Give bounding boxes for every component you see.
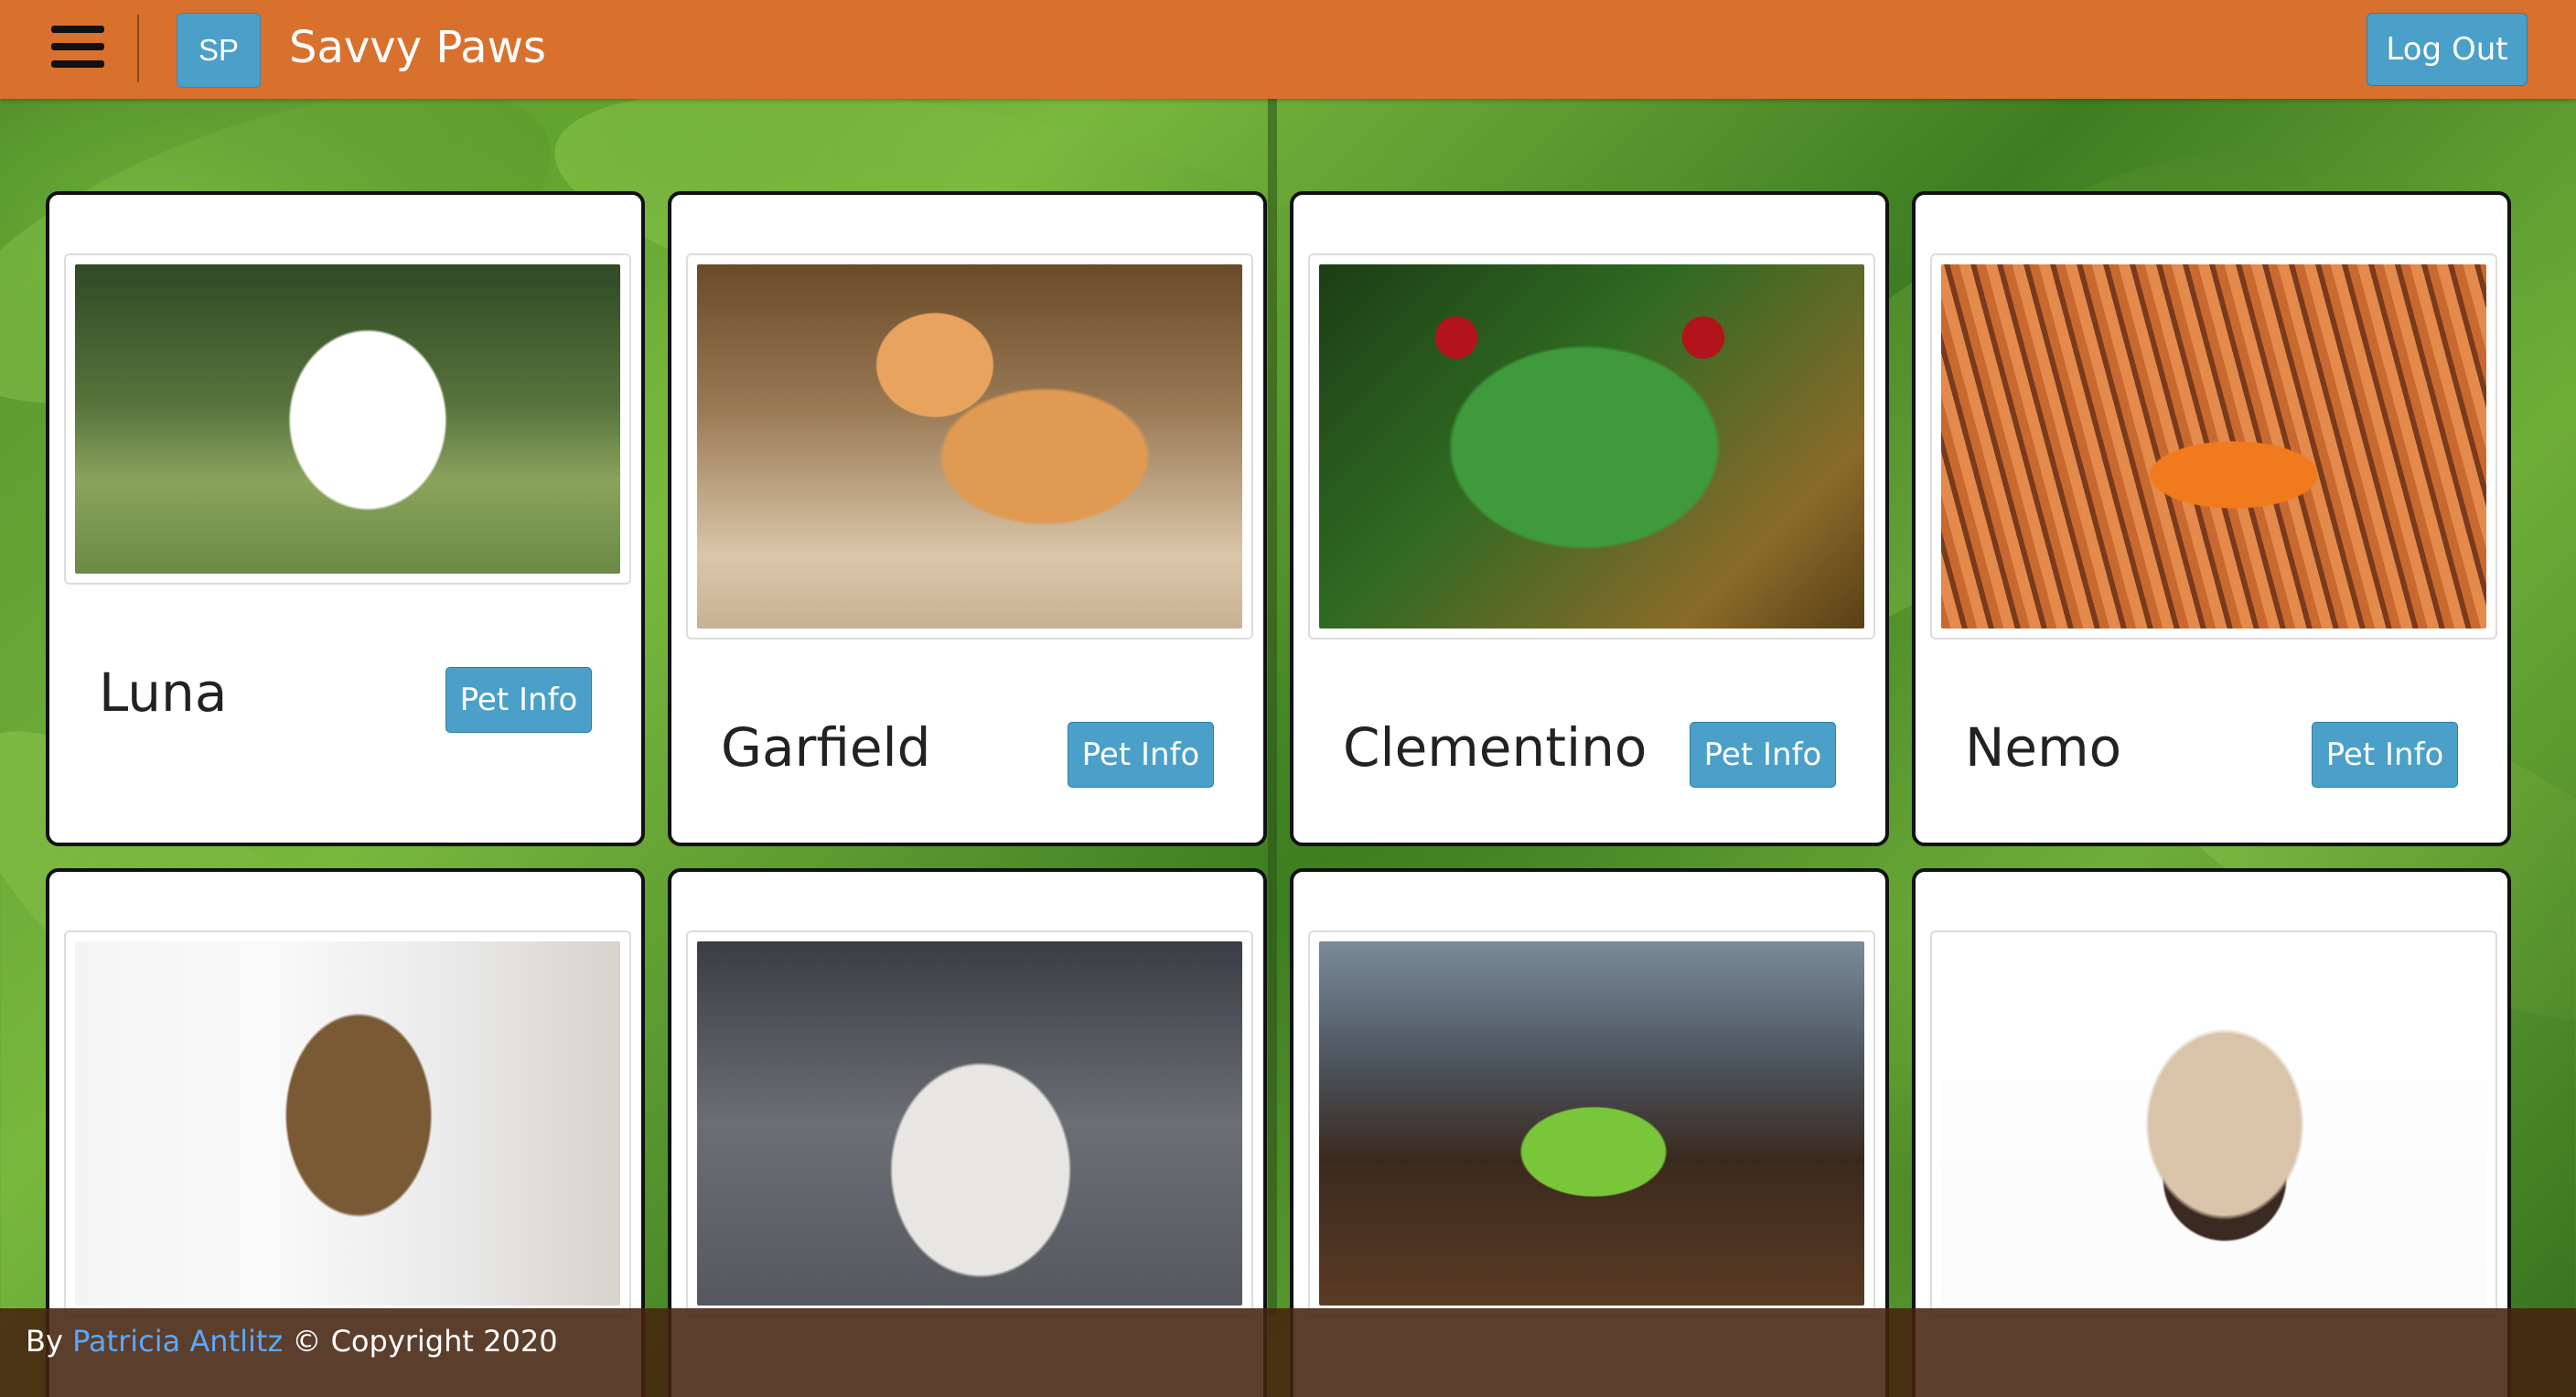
- pet-info-button[interactable]: Pet Info: [445, 667, 592, 733]
- pet-photo-frame: [1930, 253, 2497, 639]
- pet-info-button[interactable]: Pet Info: [1068, 722, 1214, 788]
- pet-name: Garfield: [721, 716, 931, 779]
- orange-cat-photo[interactable]: [697, 264, 1242, 629]
- author-link[interactable]: Patricia Antlitz: [72, 1324, 283, 1359]
- logout-button[interactable]: Log Out: [2367, 13, 2528, 86]
- siamese-cat-photo[interactable]: [1941, 941, 2486, 1306]
- pet-name: Clementino: [1343, 716, 1648, 779]
- pet-photo-frame: [1930, 930, 2497, 1316]
- footer-text: By Patricia Antlitz © Copyright 2020: [26, 1321, 558, 1361]
- pet-card: Luna Pet Info: [46, 191, 645, 846]
- hamburger-menu-icon[interactable]: [51, 26, 104, 75]
- pet-name: Nemo: [1965, 716, 2122, 779]
- app-title[interactable]: Savvy Paws: [289, 20, 546, 75]
- page: { "header": { "menu_icon": "hamburger-me…: [0, 0, 2576, 1397]
- copyright-text: © Copyright 2020: [283, 1324, 558, 1359]
- pet-info-button[interactable]: Pet Info: [2312, 722, 2458, 788]
- nav-divider: [137, 15, 139, 82]
- pet-photo-frame: [1308, 930, 1875, 1316]
- pet-card: Garfield Pet Info: [668, 191, 1267, 846]
- footer: By Patricia Antlitz © Copyright 2020: [0, 1308, 2576, 1397]
- pet-photo-frame: [1308, 253, 1875, 639]
- pet-photo-frame: [686, 930, 1253, 1316]
- green-frog-photo[interactable]: [1319, 941, 1864, 1306]
- tabby-white-cat-photo[interactable]: [697, 941, 1242, 1306]
- background-stem: [1268, 99, 1277, 1316]
- pet-photo-frame: [64, 253, 631, 585]
- clownfish-photo[interactable]: [1941, 264, 2486, 629]
- logo-badge[interactable]: SP: [177, 13, 261, 88]
- white-dog-photo[interactable]: [75, 264, 620, 574]
- pet-name: Luna: [99, 661, 228, 724]
- pet-card: Nemo Pet Info: [1912, 191, 2511, 846]
- top-navbar: SP Savvy Paws Log Out: [0, 0, 2576, 99]
- red-eyed-frog-photo[interactable]: [1319, 264, 1864, 629]
- yorkie-dog-photo[interactable]: [75, 941, 620, 1306]
- pet-info-button[interactable]: Pet Info: [1690, 722, 1836, 788]
- pet-photo-frame: [686, 253, 1253, 639]
- pet-photo-frame: [64, 930, 631, 1316]
- footer-prefix: By: [26, 1324, 73, 1359]
- pet-card: Clementino Pet Info: [1290, 191, 1889, 846]
